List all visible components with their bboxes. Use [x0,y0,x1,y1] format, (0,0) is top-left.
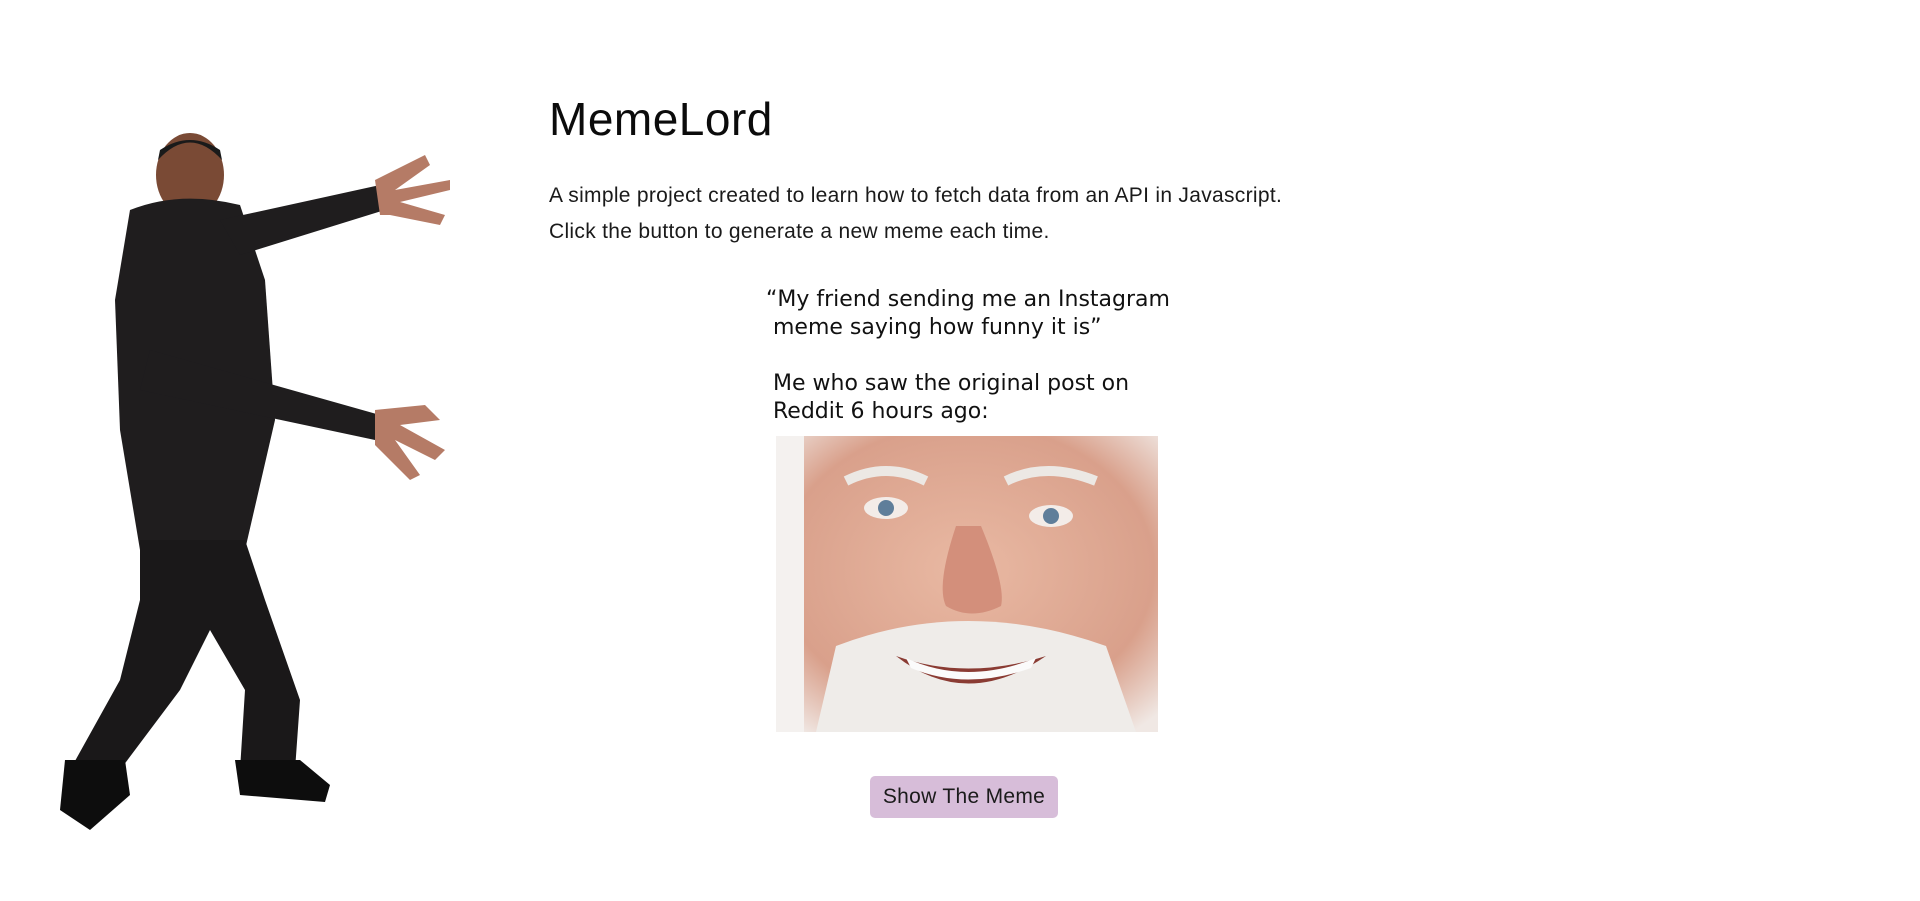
intro-section: MemeLord A simple project created to lea… [549,92,1549,250]
intro-line-1: A simple project created to learn how to… [549,184,1283,207]
page: MemeLord A simple project created to lea… [0,0,1920,901]
meme-caption-line: “My friend sending me an Instagram [766,287,1170,312]
meme-caption-line: Reddit 6 hours ago: [766,399,989,424]
hero-figure-image [60,133,450,830]
page-title: MemeLord [549,93,773,145]
meme-caption-gap [766,342,1158,370]
meme-face-photo [776,436,1158,732]
show-meme-button[interactable]: Show The Meme [870,776,1058,818]
meme-caption: “My friend sending me an Instagram meme … [766,286,1170,426]
meme-image: “My friend sending me an Instagram meme … [766,286,1170,732]
intro-line-2: Click the button to generate a new meme … [549,220,1050,243]
meme-caption-line: Me who saw the original post on [766,371,1130,396]
intro-description: A simple project created to learn how to… [549,178,1549,250]
meme-caption-line: meme saying how funny it is” [766,315,1102,340]
